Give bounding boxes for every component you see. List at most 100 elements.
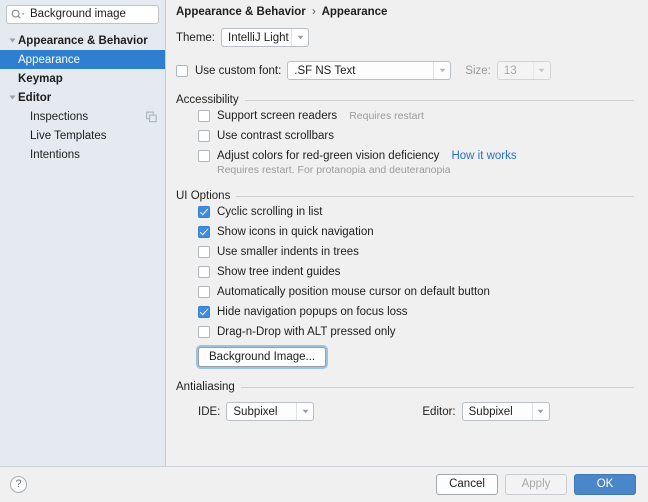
ide-antialiasing-label: IDE: — [198, 405, 221, 418]
theme-row: Theme: IntelliJ Light — [176, 28, 634, 47]
background-image-button[interactable]: Background Image... — [198, 347, 327, 367]
sidebar-item-appearance[interactable]: Appearance — [0, 50, 165, 69]
chevron-down-icon[interactable] — [296, 403, 313, 420]
ide-antialiasing-select[interactable]: Subpixel — [226, 402, 315, 421]
drag-n-drop-alt-label: Drag-n-Drop with ALT pressed only — [217, 326, 396, 338]
antialiasing-section-header: Antialiasing — [176, 381, 634, 393]
custom-font-select[interactable]: .SF NS Text — [287, 61, 452, 80]
support-screen-readers-label: Support screen readers — [217, 110, 338, 122]
drag-n-drop-alt-row[interactable]: Drag-n-Drop with ALT pressed only — [176, 322, 634, 342]
font-size-label: Size: — [465, 64, 491, 77]
auto-position-cursor-checkbox[interactable] — [198, 286, 210, 298]
accessibility-sub-note: Requires restart. For protanopia and deu… — [217, 164, 451, 176]
dialog-footer: ? Cancel Apply OK — [0, 466, 648, 502]
settings-tree: Appearance & Behavior Appearance Keymap … — [0, 28, 165, 164]
breadcrumb-separator: › — [311, 6, 316, 18]
apply-button[interactable]: Apply — [505, 474, 567, 495]
hide-nav-popups-row[interactable]: Hide navigation popups on focus loss — [176, 302, 634, 322]
breadcrumb: Appearance & Behavior › Appearance — [176, 0, 634, 18]
copy-icon[interactable] — [146, 111, 157, 122]
sidebar-item-editor[interactable]: Editor — [0, 88, 165, 107]
accessibility-section-header: Accessibility — [176, 94, 634, 106]
search-icon[interactable] — [11, 9, 27, 20]
hide-nav-popups-checkbox[interactable] — [198, 306, 210, 318]
support-screen-readers-row[interactable]: Support screen readers Requires restart — [176, 106, 634, 126]
chevron-down-icon[interactable] — [433, 62, 450, 79]
search-input[interactable] — [30, 7, 165, 22]
auto-position-cursor-label: Automatically position mouse cursor on d… — [217, 286, 490, 298]
sidebar-item-label: Inspections — [30, 110, 89, 123]
theme-value: IntelliJ Light — [228, 31, 289, 44]
how-it-works-link[interactable]: How it works — [451, 150, 516, 162]
smaller-indents-row[interactable]: Use smaller indents in trees — [176, 242, 634, 262]
cyclic-scrolling-checkbox[interactable] — [198, 206, 210, 218]
show-icons-quick-nav-row[interactable]: Show icons in quick navigation — [176, 222, 634, 242]
sidebar-item-appearance-and-behavior[interactable]: Appearance & Behavior — [0, 31, 165, 50]
tree-indent-guides-checkbox[interactable] — [198, 266, 210, 278]
settings-dialog: Appearance & Behavior Appearance Keymap … — [0, 0, 648, 502]
sidebar-item-label: Editor — [18, 91, 52, 104]
editor-antialiasing-select[interactable]: Subpixel — [461, 402, 550, 421]
sidebar-item-label: Appearance & Behavior — [18, 34, 148, 47]
cyclic-scrolling-label: Cyclic scrolling in list — [217, 206, 323, 218]
ui-options-section-header: UI Options — [176, 190, 634, 202]
use-contrast-scrollbars-row[interactable]: Use contrast scrollbars — [176, 126, 634, 146]
breadcrumb-leaf: Appearance — [321, 6, 388, 18]
theme-label: Theme: — [176, 31, 215, 44]
use-contrast-scrollbars-label: Use contrast scrollbars — [217, 130, 334, 142]
auto-position-cursor-row[interactable]: Automatically position mouse cursor on d… — [176, 282, 634, 302]
chevron-down-icon[interactable] — [532, 62, 550, 79]
accessibility-section: Accessibility Support screen readers Req… — [176, 94, 634, 176]
hide-nav-popups-label: Hide navigation popups on focus loss — [217, 306, 408, 318]
font-size-select[interactable]: 13 — [496, 61, 551, 80]
chevron-down-icon[interactable] — [291, 29, 308, 46]
search-box[interactable] — [6, 5, 165, 24]
smaller-indents-label: Use smaller indents in trees — [217, 246, 359, 258]
section-title: UI Options — [176, 190, 231, 202]
tree-indent-guides-row[interactable]: Show tree indent guides — [176, 262, 634, 282]
cancel-button[interactable]: Cancel — [436, 474, 498, 495]
settings-main-panel: Appearance & Behavior › Appearance Theme… — [167, 0, 648, 466]
antialiasing-row: IDE: Subpixel Editor: Subpixel — [176, 402, 634, 421]
adjust-colors-checkbox[interactable] — [198, 150, 210, 162]
use-contrast-scrollbars-checkbox[interactable] — [198, 130, 210, 142]
smaller-indents-checkbox[interactable] — [198, 246, 210, 258]
sidebar-item-label: Live Templates — [30, 129, 107, 142]
antialiasing-section: Antialiasing IDE: Subpixel Editor: Subpi… — [176, 381, 634, 421]
sidebar-item-inspections[interactable]: Inspections — [0, 107, 165, 126]
use-custom-font-checkbox[interactable] — [176, 64, 188, 77]
show-icons-quick-nav-checkbox[interactable] — [198, 226, 210, 238]
cyclic-scrolling-row[interactable]: Cyclic scrolling in list — [176, 202, 634, 222]
section-divider — [236, 195, 634, 197]
adjust-colors-label: Adjust colors for red-green vision defic… — [217, 150, 440, 162]
ok-button[interactable]: OK — [574, 474, 636, 495]
adjust-colors-row[interactable]: Adjust colors for red-green vision defic… — [176, 146, 634, 166]
background-image-row: Background Image... — [176, 347, 634, 367]
chevron-down-icon[interactable] — [6, 94, 18, 101]
support-screen-readers-note: Requires restart — [349, 110, 424, 122]
chevron-down-icon[interactable] — [6, 37, 18, 44]
ui-options-section: UI Options Cyclic scrolling in list Show… — [176, 190, 634, 367]
search-container — [0, 0, 165, 28]
sidebar-item-keymap[interactable]: Keymap — [0, 69, 165, 88]
section-title: Antialiasing — [176, 381, 235, 393]
editor-antialiasing-label: Editor: — [422, 405, 456, 418]
drag-n-drop-alt-checkbox[interactable] — [198, 326, 210, 338]
section-divider — [240, 386, 634, 388]
sidebar-item-label: Intentions — [30, 148, 80, 161]
use-custom-font-label: Use custom font: — [195, 64, 282, 77]
tree-indent-guides-label: Show tree indent guides — [217, 266, 341, 278]
sidebar-item-intentions[interactable]: Intentions — [0, 145, 165, 164]
custom-font-row: Use custom font: .SF NS Text Size: 13 — [176, 61, 634, 80]
sidebar-item-label: Appearance — [18, 53, 81, 66]
breadcrumb-root: Appearance & Behavior — [176, 6, 306, 18]
sidebar-item-live-templates[interactable]: Live Templates — [0, 126, 165, 145]
theme-select[interactable]: IntelliJ Light — [221, 28, 309, 47]
help-button[interactable]: ? — [10, 476, 27, 493]
editor-antialiasing-value: Subpixel — [468, 405, 513, 418]
chevron-down-icon[interactable] — [531, 403, 549, 420]
custom-font-value: .SF NS Text — [294, 64, 356, 77]
settings-sidebar: Appearance & Behavior Appearance Keymap … — [0, 0, 166, 466]
support-screen-readers-checkbox[interactable] — [198, 110, 210, 122]
ide-antialiasing-value: Subpixel — [233, 405, 278, 418]
